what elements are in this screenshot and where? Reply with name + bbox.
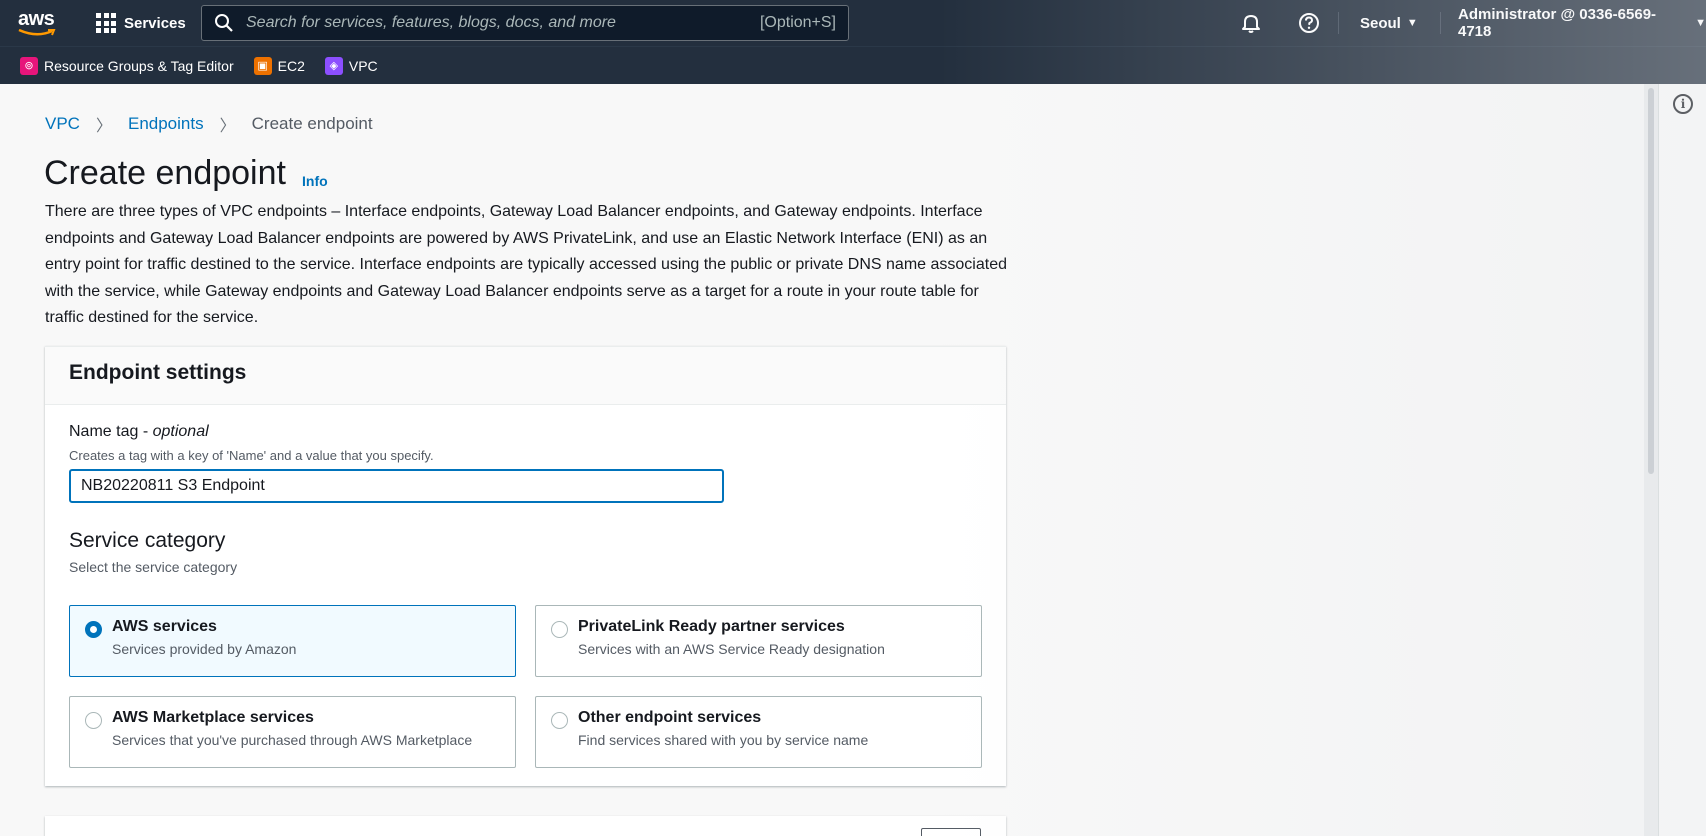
chevron-right-icon: 〉 [95, 118, 112, 135]
service-option-privatelink[interactable]: PrivateLink Ready partner services Servi… [535, 605, 982, 677]
help-icon [1299, 13, 1319, 33]
service-option-marketplace[interactable]: AWS Marketplace services Services that y… [69, 696, 516, 768]
page-title: Create endpoint [44, 154, 286, 192]
help-button[interactable] [1298, 0, 1320, 46]
radio-unselected-icon[interactable] [85, 712, 102, 729]
option-title: PrivateLink Ready partner services [578, 618, 845, 635]
radio-selected-icon[interactable] [85, 621, 102, 638]
caret-down-icon: ▼ [1695, 17, 1706, 29]
aws-logo[interactable]: aws [18, 8, 60, 38]
option-description: Services provided by Amazon [112, 641, 297, 657]
breadcrumb: VPC 〉 Endpoints 〉 Create endpoint [45, 112, 373, 136]
page-description: There are three types of VPC endpoints –… [45, 203, 1007, 326]
favorite-vpc[interactable]: ◈ VPC [324, 56, 378, 75]
region-selector[interactable]: Seoul ▼ [1360, 0, 1418, 46]
aws-logo-text: aws [18, 8, 55, 30]
favorites-bar: ⊚ Resource Groups & Tag Editor ▣ EC2 ◈ V… [0, 46, 1706, 84]
search-input[interactable]: Search for services, features, blogs, do… [201, 5, 849, 41]
breadcrumb-vpc[interactable]: VPC [45, 114, 80, 134]
nav-divider [1338, 12, 1339, 34]
favorite-resource-groups[interactable]: ⊚ Resource Groups & Tag Editor [20, 56, 234, 75]
caret-down-icon: ▼ [1406, 17, 1418, 29]
next-panel-partial [45, 816, 1006, 836]
option-title: AWS Marketplace services [112, 709, 314, 726]
endpoint-settings-panel: Endpoint settings Name tag - optional Cr… [45, 346, 1006, 786]
vertical-scrollbar[interactable] [1644, 84, 1658, 836]
name-tag-description: Creates a tag with a key of 'Name' and a… [69, 448, 434, 463]
tools-panel: i [1658, 84, 1706, 836]
aws-smile-icon [18, 29, 56, 36]
favorite-label: Resource Groups & Tag Editor [44, 57, 234, 74]
option-description: Services with an AWS Service Ready desig… [578, 641, 885, 657]
info-panel-icon[interactable]: i [1673, 94, 1693, 114]
info-link[interactable]: Info [302, 173, 328, 189]
nav-divider [1440, 12, 1441, 34]
search-placeholder: Search for services, features, blogs, do… [246, 14, 616, 31]
services-menu-button[interactable]: Services [96, 10, 186, 36]
grid-icon [96, 13, 116, 33]
bell-icon [1242, 15, 1260, 33]
favorite-ec2[interactable]: ▣ EC2 [253, 56, 305, 75]
breadcrumb-current: Create endpoint [251, 114, 373, 133]
chevron-right-icon: 〉 [219, 118, 236, 135]
radio-unselected-icon[interactable] [551, 712, 568, 729]
name-tag-label: Name tag - optional [69, 423, 209, 441]
account-menu[interactable]: Administrator @ 0336-6569-4718 ▼ [1458, 0, 1706, 46]
scrollbar-thumb[interactable] [1648, 88, 1654, 474]
account-label: Administrator @ 0336-6569-4718 [1458, 6, 1657, 40]
name-tag-label-text: Name tag - [69, 423, 153, 440]
resource-groups-icon: ⊚ [20, 56, 38, 75]
favorite-label: EC2 [277, 57, 305, 74]
option-description: Services that you've purchased through A… [112, 732, 473, 748]
option-description: Find services shared with you by service… [578, 732, 869, 748]
option-title: Other endpoint services [578, 709, 762, 726]
next-panel-button[interactable] [921, 828, 981, 836]
breadcrumb-endpoints[interactable]: Endpoints [128, 114, 204, 134]
vpc-icon: ◈ [324, 56, 343, 75]
service-option-aws-services[interactable]: AWS services Services provided by Amazon [69, 605, 516, 677]
notifications-button[interactable] [1240, 0, 1262, 46]
optional-label: optional [152, 423, 209, 440]
option-title: AWS services [112, 618, 217, 635]
name-tag-input[interactable] [69, 469, 724, 503]
region-label: Seoul [1360, 14, 1401, 32]
search-icon [215, 14, 233, 32]
service-category-description: Select the service category [69, 559, 238, 575]
favorite-label: VPC [348, 57, 378, 74]
service-option-other-endpoint[interactable]: Other endpoint services Find services sh… [535, 696, 982, 768]
services-label: Services [124, 14, 186, 32]
panel-heading: Endpoint settings [45, 347, 1006, 405]
search-shortcut: [Option+S] [759, 14, 836, 31]
radio-unselected-icon[interactable] [551, 621, 568, 638]
service-category-title: Service category [69, 529, 226, 552]
top-navigation: aws Services Search for services, featur… [0, 0, 1706, 46]
ec2-icon: ▣ [253, 56, 272, 75]
